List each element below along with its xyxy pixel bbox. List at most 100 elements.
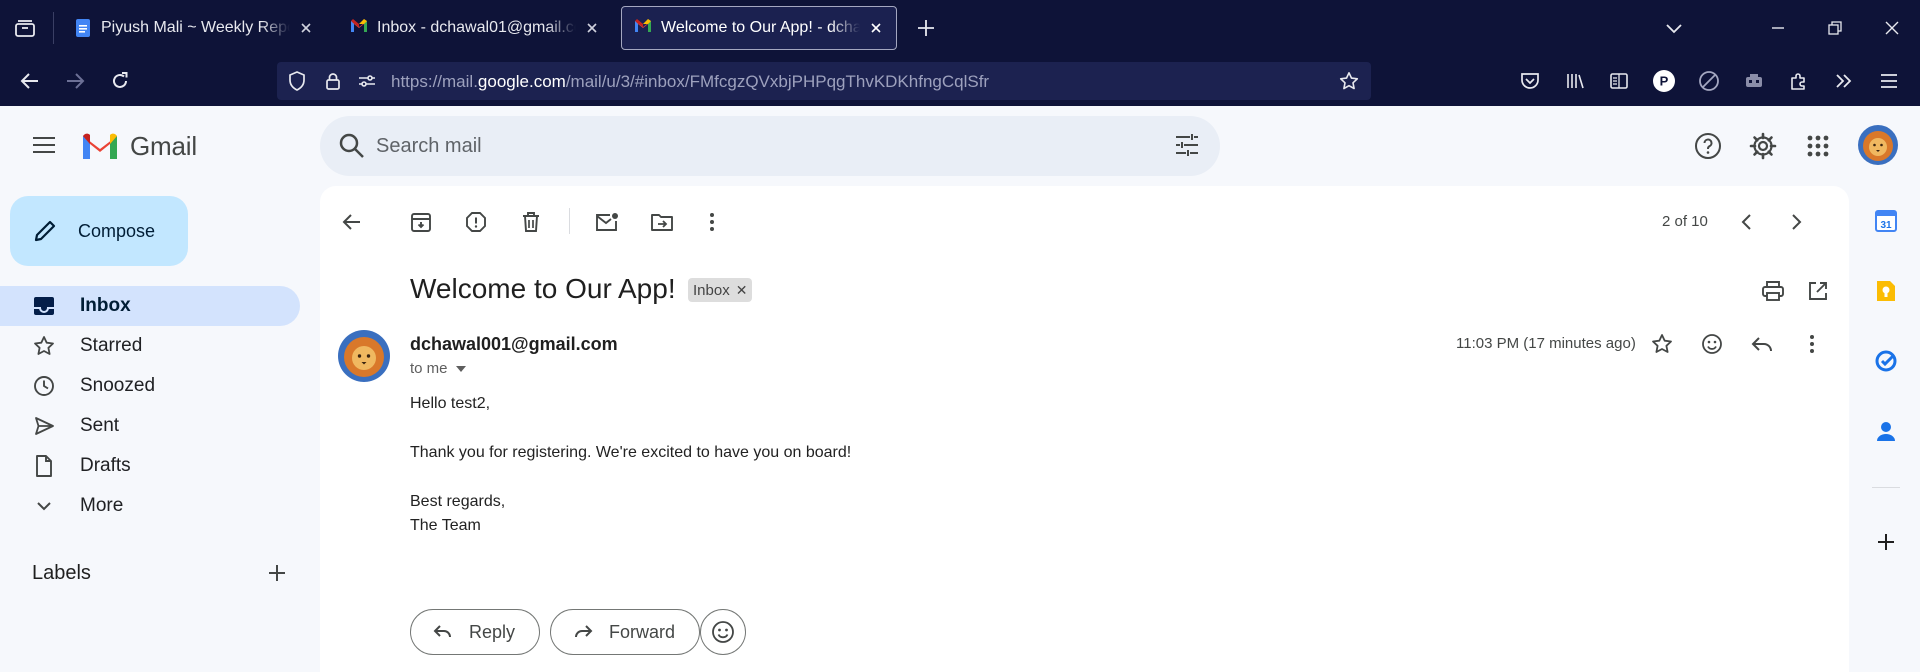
toolbar-divider [569, 208, 570, 234]
mark-unread-icon[interactable] [587, 202, 627, 242]
chevron-down-icon [32, 494, 56, 518]
clock-icon [32, 374, 56, 398]
reload-icon[interactable] [104, 65, 136, 97]
compose-button[interactable]: Compose [10, 196, 188, 266]
labels-heading: Labels [32, 562, 91, 584]
extension-badge-letter: P [1660, 74, 1669, 89]
sender-avatar[interactable] [338, 330, 390, 382]
recipient-details[interactable]: to me [410, 360, 466, 377]
settings-gear-icon[interactable] [1743, 126, 1783, 166]
main-menu-icon[interactable] [24, 125, 64, 165]
hamburger-menu-icon[interactable] [1875, 67, 1903, 95]
more-options-vertical-icon[interactable] [692, 202, 732, 242]
url-domain: google.com [477, 72, 566, 91]
tab-title: Inbox - dchawal01@gmail.com - Gmail [377, 19, 576, 36]
sidebar-item-sent[interactable]: Sent [0, 406, 300, 446]
url-text[interactable]: https://mail.google.com/mail/u/3/#inbox/… [391, 72, 989, 92]
tasks-icon[interactable] [1870, 345, 1902, 377]
close-tab-icon[interactable] [584, 20, 600, 36]
sender-email[interactable]: dchawal001@gmail.com [410, 334, 618, 355]
sidebar-item-inbox[interactable]: Inbox [0, 286, 300, 326]
forward-label: Forward [609, 621, 676, 642]
calendar-day-number: 31 [1880, 220, 1892, 231]
open-in-new-window-icon[interactable] [1798, 271, 1838, 311]
star-message-icon[interactable] [1642, 324, 1682, 364]
keep-notes-icon[interactable] [1870, 275, 1902, 307]
email-body-signature: The Team [410, 517, 481, 534]
account-avatar[interactable] [1858, 125, 1898, 165]
sidebar-item-drafts[interactable]: Drafts [0, 446, 300, 486]
restore-window-icon[interactable] [1821, 14, 1849, 42]
forward-arrow-icon[interactable] [59, 65, 91, 97]
back-to-inbox-icon[interactable] [332, 202, 372, 242]
sidebar-item-more[interactable]: More [0, 486, 300, 526]
close-tab-icon[interactable] [868, 20, 884, 36]
older-chevron-right-icon[interactable] [1776, 202, 1816, 242]
overflow-chevrons-icon[interactable] [1830, 67, 1858, 95]
add-label-plus-icon[interactable] [264, 560, 290, 586]
emoji-reaction-button[interactable] [700, 609, 746, 655]
get-addons-plus-icon[interactable] [1870, 526, 1902, 558]
reading-pane: 2 of 10 Welcome to Our App! Inbox ✕ dcha… [320, 186, 1849, 672]
sidebar-item-snoozed[interactable]: Snoozed [0, 366, 300, 406]
back-arrow-icon[interactable] [14, 65, 46, 97]
profile-extension-icon[interactable]: P [1650, 67, 1678, 95]
search-input[interactable] [376, 126, 1076, 166]
google-apps-icon[interactable] [1798, 126, 1838, 166]
reply-arrow-icon[interactable] [1742, 324, 1782, 364]
newer-chevron-left-icon[interactable] [1727, 202, 1767, 242]
report-spam-icon[interactable] [456, 202, 496, 242]
sidebar-item-starred[interactable]: Starred [0, 326, 300, 366]
remove-label-close-icon[interactable]: ✕ [736, 282, 748, 299]
library-icon[interactable] [1561, 67, 1589, 95]
tab-overflow-chevron-icon[interactable] [1660, 14, 1688, 42]
gmail-m-logo-icon [80, 132, 120, 162]
message-more-vertical-icon[interactable] [1792, 324, 1832, 364]
email-body-greeting: Hello test2, [410, 395, 491, 412]
lock-icon[interactable] [323, 71, 343, 91]
email-body-line: Thank you for registering. We're excited… [410, 444, 852, 461]
bookmark-star-icon[interactable] [1339, 71, 1359, 91]
pencil-icon [32, 218, 58, 244]
close-window-icon[interactable] [1878, 14, 1906, 42]
gmail-logo[interactable]: Gmail [80, 131, 197, 162]
tab-list-icon[interactable] [10, 14, 40, 42]
minimize-window-icon[interactable] [1764, 14, 1792, 42]
address-bar[interactable]: https://mail.google.com/mail/u/3/#inbox/… [277, 62, 1371, 100]
tab-welcome-email[interactable]: Welcome to Our App! - dchawal01@gmail.co… [621, 6, 897, 50]
label-chip-text: Inbox [693, 281, 730, 299]
pocket-icon[interactable] [1516, 67, 1544, 95]
archive-icon[interactable] [401, 202, 441, 242]
message-timestamp: 11:03 PM (17 minutes ago) [1456, 335, 1636, 352]
add-reaction-emoji-icon[interactable] [1692, 324, 1732, 364]
print-icon[interactable] [1753, 271, 1793, 311]
caret-down-icon[interactable] [455, 365, 466, 372]
url-prefix: https://mail. [391, 72, 478, 91]
tab-title: Welcome to Our App! - dchawal01@gmail.co… [661, 19, 860, 36]
search-icon[interactable] [338, 132, 366, 160]
reply-button[interactable]: Reply [410, 609, 541, 655]
tab-weekly-report[interactable]: Piyush Mali ~ Weekly Report~ Sheets [62, 6, 326, 50]
calendar-icon[interactable]: 31 [1870, 205, 1902, 237]
shield-icon[interactable] [287, 71, 307, 91]
new-tab-plus-icon[interactable] [912, 14, 940, 42]
search-bar[interactable] [320, 116, 1220, 176]
support-help-icon[interactable] [1688, 126, 1728, 166]
forward-button[interactable]: Forward [550, 609, 701, 655]
close-tab-icon[interactable] [298, 20, 314, 36]
browser-nav-bar: https://mail.google.com/mail/u/3/#inbox/… [0, 55, 1920, 106]
side-panel-divider [1872, 487, 1900, 488]
blocker-extension-icon[interactable] [1695, 67, 1723, 95]
tracker-extension-icon[interactable] [1740, 67, 1768, 95]
reader-view-icon[interactable] [1605, 67, 1633, 95]
gmail-icon [634, 19, 652, 37]
move-to-folder-icon[interactable] [642, 202, 682, 242]
inbox-label-chip[interactable]: Inbox ✕ [688, 278, 753, 302]
delete-trash-icon[interactable] [511, 202, 551, 242]
search-options-icon[interactable] [1174, 132, 1200, 158]
contacts-icon[interactable] [1870, 415, 1902, 447]
tab-divider [53, 12, 54, 44]
site-permissions-icon[interactable] [357, 71, 377, 91]
extensions-puzzle-icon[interactable] [1785, 67, 1813, 95]
tab-inbox[interactable]: Inbox - dchawal01@gmail.com - Gmail [338, 6, 612, 50]
